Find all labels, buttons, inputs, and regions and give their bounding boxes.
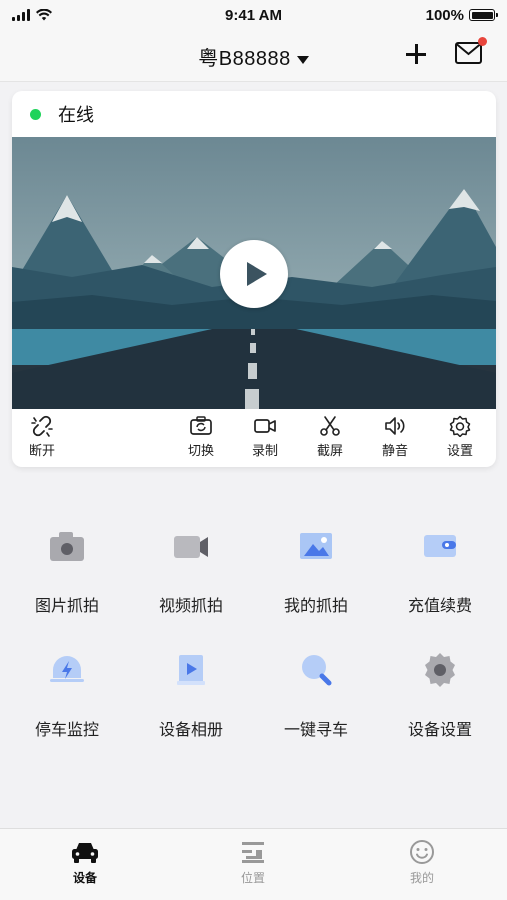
battery-percent: 100% bbox=[425, 6, 464, 24]
mute-button[interactable]: 静音 bbox=[369, 415, 421, 459]
screenshot-label: 截屏 bbox=[316, 443, 343, 458]
device-settings-icon bbox=[425, 653, 455, 687]
grid-item-my-captures[interactable]: 我的抓拍 bbox=[261, 522, 371, 616]
grid-item-device-album[interactable]: 设备相册 bbox=[136, 646, 246, 740]
smiley-icon bbox=[410, 840, 434, 864]
gear-icon bbox=[449, 415, 471, 437]
grid-item-device-settings[interactable]: 设备设置 bbox=[385, 646, 495, 740]
vehicle-selector[interactable]: 粤B88888 bbox=[0, 42, 507, 71]
parking-monitor-icon bbox=[50, 656, 84, 682]
settings-label: 设置 bbox=[446, 443, 473, 458]
video-camera-icon bbox=[254, 419, 276, 433]
messages-button[interactable] bbox=[454, 37, 487, 68]
my-captures-icon bbox=[300, 533, 332, 559]
location-icon bbox=[242, 842, 264, 863]
online-indicator bbox=[30, 108, 41, 120]
tab-me-label: 我的 bbox=[409, 871, 434, 885]
scissors-icon bbox=[320, 416, 340, 436]
status-time: 9:41 AM bbox=[225, 6, 282, 24]
camera-status-row: 在线 bbox=[12, 91, 496, 137]
wallet-icon bbox=[424, 535, 456, 557]
speaker-icon bbox=[385, 417, 405, 435]
caret-down-icon bbox=[296, 55, 309, 64]
camera-switch-icon bbox=[190, 416, 212, 435]
record-button[interactable]: 录制 bbox=[239, 415, 291, 459]
camera-card: 在线 断开 切换 录制 截屏 静音 设置 bbox=[12, 91, 496, 467]
switch-label: 切换 bbox=[187, 443, 214, 458]
car-icon bbox=[72, 843, 98, 863]
header: 粤B88888 bbox=[0, 30, 507, 82]
tab-device-label: 设备 bbox=[72, 871, 97, 885]
tab-location-label: 位置 bbox=[240, 871, 265, 885]
video-capture-icon bbox=[174, 536, 208, 558]
unlink-icon bbox=[31, 415, 53, 437]
grid-label: 设备相册 bbox=[158, 722, 223, 739]
plate-number: 粤B88888 bbox=[198, 48, 291, 70]
grid-label: 充值续费 bbox=[407, 598, 472, 615]
device-album-icon bbox=[177, 655, 205, 685]
grid-label: 一键寻车 bbox=[283, 722, 348, 739]
grid-item-video-capture[interactable]: 视频抓拍 bbox=[136, 522, 246, 616]
camera-settings-button[interactable]: 设置 bbox=[434, 415, 486, 459]
grid-item-photo-capture[interactable]: 图片抓拍 bbox=[12, 522, 122, 616]
status-left bbox=[12, 9, 132, 21]
grid-item-find-car[interactable]: 一键寻车 bbox=[261, 646, 371, 740]
unread-badge bbox=[478, 37, 487, 46]
grid-label: 设备设置 bbox=[407, 722, 472, 739]
play-button[interactable] bbox=[220, 240, 288, 308]
video-controls: 断开 切换 录制 截屏 静音 设置 bbox=[12, 409, 496, 467]
find-car-icon bbox=[302, 655, 332, 686]
grid-label: 图片抓拍 bbox=[34, 598, 99, 615]
switch-camera-button[interactable]: 切换 bbox=[175, 415, 227, 459]
grid-label: 停车监控 bbox=[34, 722, 99, 739]
record-label: 录制 bbox=[251, 443, 278, 458]
tab-me[interactable]: 我的 bbox=[382, 839, 462, 886]
grid-item-parking-monitor[interactable]: 停车监控 bbox=[12, 646, 122, 740]
grid-item-recharge[interactable]: 充值续费 bbox=[385, 522, 495, 616]
status-right: 100% bbox=[375, 6, 498, 24]
screenshot-button[interactable]: 截屏 bbox=[304, 415, 356, 459]
signal-icon bbox=[12, 9, 30, 21]
mute-label: 静音 bbox=[381, 443, 408, 458]
battery-icon bbox=[469, 9, 498, 21]
grid-label: 我的抓拍 bbox=[283, 598, 348, 615]
tab-device[interactable]: 设备 bbox=[45, 839, 125, 886]
wifi-icon bbox=[36, 9, 52, 21]
disconnect-button[interactable]: 断开 bbox=[16, 415, 68, 459]
grid-label: 视频抓拍 bbox=[158, 598, 223, 615]
tab-location[interactable]: 位置 bbox=[213, 839, 293, 886]
live-video[interactable] bbox=[12, 137, 496, 409]
add-device-button[interactable] bbox=[402, 40, 430, 68]
disconnect-label: 断开 bbox=[28, 443, 55, 458]
status-bar: 9:41 AM 100% bbox=[0, 0, 507, 30]
photo-capture-icon bbox=[50, 532, 84, 561]
online-status-text: 在线 bbox=[58, 105, 94, 125]
tab-bar: 设备 位置 我的 bbox=[0, 828, 507, 900]
